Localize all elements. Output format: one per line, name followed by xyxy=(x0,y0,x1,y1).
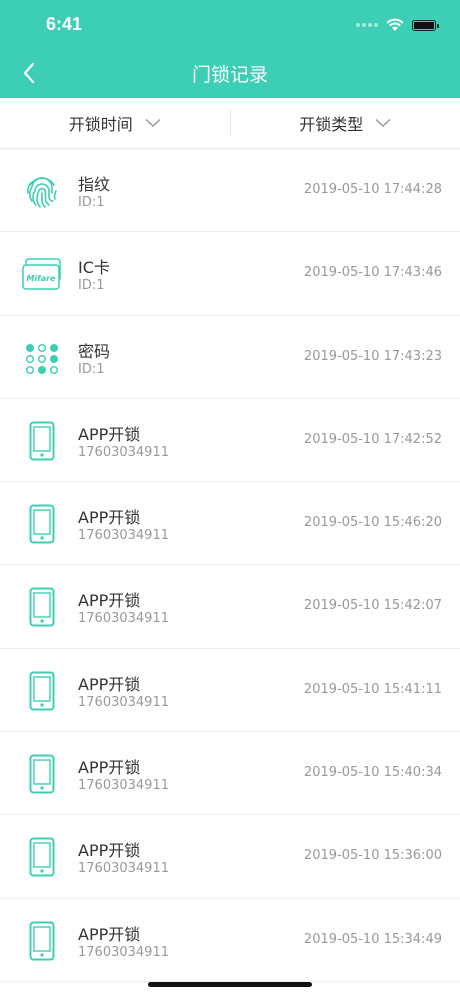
record-time: 2019-05-10 15:41:11 xyxy=(303,681,442,697)
list-item[interactable]: APP开锁 17603034911 2019-05-10 15:40:34 xyxy=(0,732,460,816)
home-indicator[interactable] xyxy=(148,982,312,987)
phone-icon xyxy=(20,835,64,879)
record-time: 2019-05-10 15:42:07 xyxy=(303,598,442,614)
record-phone: 17603034911 xyxy=(78,861,169,877)
record-time: 2019-05-10 15:34:49 xyxy=(303,931,442,947)
list-item[interactable]: APP开锁 17603034911 2019-05-10 15:42:07 xyxy=(0,565,460,649)
filter-label: 开锁类型 xyxy=(299,115,364,134)
status-icons xyxy=(356,16,439,34)
phone-icon xyxy=(20,919,64,963)
status-time: 6:41 xyxy=(46,14,83,34)
record-type: APP开锁 xyxy=(78,591,141,611)
record-time: 2019-05-10 17:43:23 xyxy=(303,348,442,364)
record-list: 指纹 ID:1 2019-05-10 17:44:28 Mifare IC卡 I… xyxy=(0,149,460,982)
record-id: ID:1 xyxy=(78,361,105,377)
signal-icon xyxy=(356,23,378,27)
record-type: APP开锁 xyxy=(78,508,141,528)
wifi-icon xyxy=(386,18,404,31)
record-id: ID:1 xyxy=(78,278,105,294)
record-time: 2019-05-10 15:46:20 xyxy=(303,515,442,531)
record-type: APP开锁 xyxy=(78,674,141,694)
record-type: 指纹 xyxy=(78,175,111,194)
list-item[interactable]: Mifare IC卡 ID:1 2019-05-10 17:43:46 xyxy=(0,232,460,316)
record-time: 2019-05-10 15:40:34 xyxy=(303,765,442,781)
record-type: APP开锁 xyxy=(78,758,141,778)
keypad-icon xyxy=(20,336,64,380)
list-item[interactable]: APP开锁 17603034911 2019-05-10 15:34:49 xyxy=(0,899,460,982)
record-time: 2019-05-10 17:43:46 xyxy=(303,265,442,281)
record-time: 2019-05-10 17:44:28 xyxy=(303,182,442,197)
phone-icon xyxy=(20,585,64,629)
record-phone: 17603034911 xyxy=(78,694,169,710)
record-type: IC卡 xyxy=(78,258,110,278)
list-item[interactable]: APP开锁 17603034911 2019-05-10 17:42:52 xyxy=(0,399,460,483)
ic-card-icon: Mifare xyxy=(20,252,64,296)
app-header: 6:41 门锁记录 xyxy=(0,0,460,98)
filter-unlock-type[interactable]: 开锁类型 xyxy=(231,98,460,148)
fingerprint-icon xyxy=(20,169,64,213)
list-item[interactable]: APP开锁 17603034911 2019-05-10 15:36:00 xyxy=(0,815,460,899)
record-type: APP开锁 xyxy=(78,841,141,861)
record-phone: 17603034911 xyxy=(78,528,169,544)
page-title: 门锁记录 xyxy=(191,64,268,86)
phone-icon xyxy=(20,419,64,463)
filter-unlock-time[interactable]: 开锁时间 xyxy=(0,98,230,148)
phone-icon xyxy=(20,669,64,713)
filter-bar: 开锁时间 开锁类型 xyxy=(0,98,460,149)
record-id: ID:1 xyxy=(78,195,105,210)
record-phone: 17603034911 xyxy=(78,611,169,627)
record-time: 2019-05-10 17:42:52 xyxy=(303,431,442,447)
phone-icon xyxy=(20,752,64,796)
record-time: 2019-05-10 15:36:00 xyxy=(303,848,442,864)
list-item[interactable]: 指纹 ID:1 2019-05-10 17:44:28 xyxy=(0,149,460,233)
battery-icon xyxy=(412,19,439,31)
card-brand-text: Mifare xyxy=(27,274,57,283)
record-phone: 17603034911 xyxy=(78,444,169,460)
filter-label: 开锁时间 xyxy=(68,115,133,134)
phone-icon xyxy=(20,502,64,546)
record-phone: 17603034911 xyxy=(78,778,169,794)
record-phone: 17603034911 xyxy=(78,944,169,960)
record-type: 密码 xyxy=(78,341,111,361)
list-item[interactable]: 密码 ID:1 2019-05-10 17:43:23 xyxy=(0,316,460,399)
list-item[interactable]: APP开锁 17603034911 2019-05-10 15:46:20 xyxy=(0,482,460,566)
chevron-down-icon xyxy=(145,118,161,128)
list-item[interactable]: APP开锁 17603034911 2019-05-10 15:41:11 xyxy=(0,649,460,733)
record-type: APP开锁 xyxy=(78,424,141,444)
chevron-down-icon xyxy=(375,118,391,128)
record-type: APP开锁 xyxy=(78,924,141,944)
